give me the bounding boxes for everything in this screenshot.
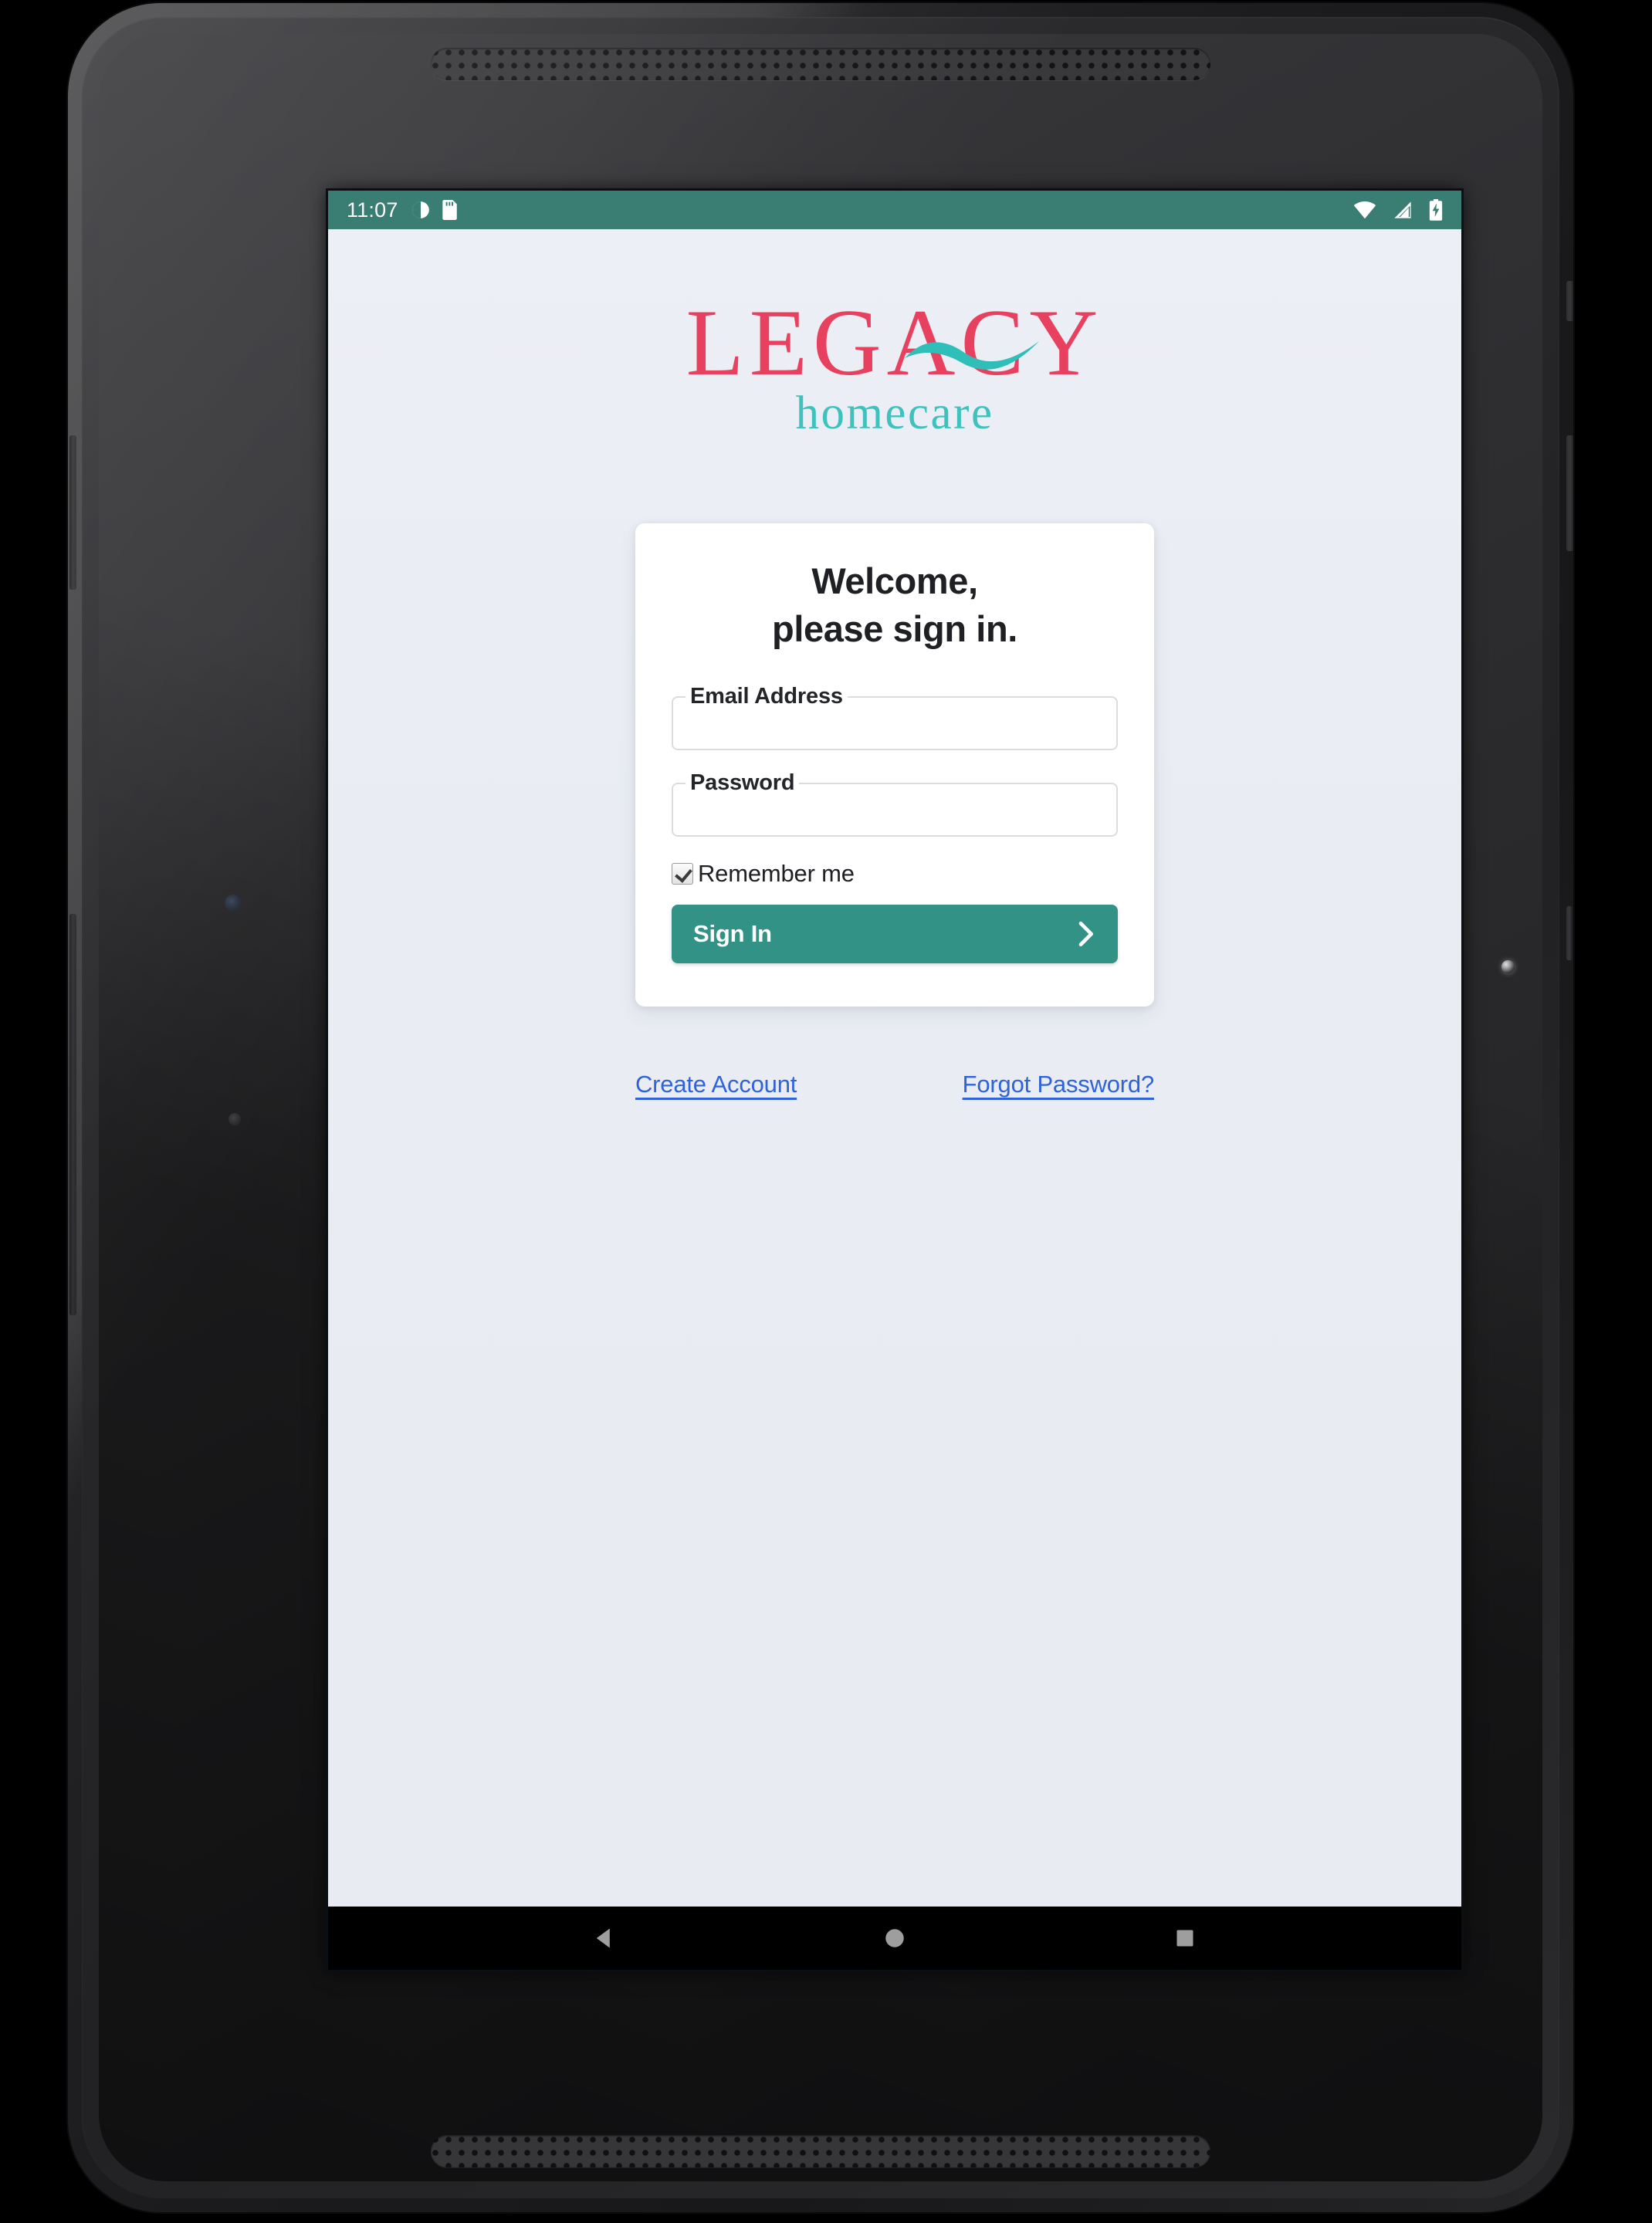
- remember-me-checkbox[interactable]: [672, 863, 693, 885]
- side-port: [1566, 906, 1572, 960]
- sensor-dot-lower: [229, 1113, 241, 1125]
- password-field-group: Password: [672, 770, 1118, 837]
- email-field-group: Email Address: [672, 685, 1118, 751]
- nav-home-button[interactable]: [848, 1907, 941, 1970]
- page-title: Welcome, please sign in.: [672, 557, 1118, 653]
- app-content: LEGACY homecare Welcome, please sign in.: [328, 229, 1461, 1907]
- sd-card-icon: [440, 200, 459, 220]
- speaker-grille-bottom: [431, 2135, 1210, 2167]
- left-side-key-upper[interactable]: [69, 435, 76, 590]
- home-circle-icon: [885, 1929, 904, 1947]
- password-label-notch: Password: [686, 770, 800, 796]
- welcome-line-1: Welcome,: [811, 560, 978, 601]
- sign-in-button[interactable]: Sign In: [672, 905, 1118, 964]
- welcome-line-2: please sign in.: [772, 608, 1017, 650]
- cellular-signal-icon: [1393, 200, 1413, 220]
- front-camera-icon: [1501, 960, 1515, 973]
- remember-me-row[interactable]: Remember me: [672, 860, 1118, 888]
- password-field-label: Password: [690, 770, 795, 796]
- logo-wordmark-wrapper: LEGACY homecare: [686, 294, 1104, 440]
- device-screen: 11:07 LEGACY homecare Welcome, please si…: [328, 191, 1461, 1970]
- footer-links: Create Account Forgot Password?: [635, 1071, 1154, 1098]
- login-card: Welcome, please sign in. Email Address P…: [635, 523, 1154, 1007]
- tablet-device-frame: 11:07 LEGACY homecare Welcome, please si…: [68, 3, 1573, 2212]
- android-navigation-bar: [328, 1907, 1461, 1970]
- nav-back-button[interactable]: [558, 1907, 651, 1970]
- status-bar: 11:07: [328, 191, 1461, 229]
- battery-charging-icon: [1429, 199, 1443, 221]
- brand-logo: LEGACY homecare: [328, 229, 1461, 440]
- speaker-grille-top: [431, 48, 1210, 80]
- volume-rocker[interactable]: [1566, 435, 1573, 551]
- nav-recents-button[interactable]: [1139, 1907, 1231, 1970]
- forgot-password-link[interactable]: Forgot Password?: [963, 1071, 1155, 1098]
- power-button[interactable]: [1566, 281, 1573, 321]
- status-bar-right-group: [1353, 199, 1443, 221]
- left-side-key-lower[interactable]: [69, 914, 76, 1315]
- logo-tagline-text: homecare: [795, 387, 994, 440]
- email-label-notch: Email Address: [686, 685, 848, 708]
- sign-in-button-label: Sign In: [693, 920, 772, 948]
- recents-square-icon: [1176, 1930, 1193, 1947]
- email-field-label: Email Address: [690, 684, 843, 709]
- create-account-link[interactable]: Create Account: [635, 1071, 797, 1098]
- wifi-icon: [1353, 200, 1376, 220]
- logo-wordmark-text: LEGACY: [686, 289, 1104, 395]
- status-clock: 11:07: [347, 198, 398, 222]
- sensor-dot-upper: [225, 895, 242, 912]
- remember-me-label: Remember me: [698, 860, 855, 888]
- status-bar-left-group: 11:07: [347, 198, 468, 222]
- back-triangle-icon: [596, 1928, 610, 1948]
- chevron-right-icon: [1076, 922, 1096, 947]
- do-not-disturb-icon: [411, 200, 431, 220]
